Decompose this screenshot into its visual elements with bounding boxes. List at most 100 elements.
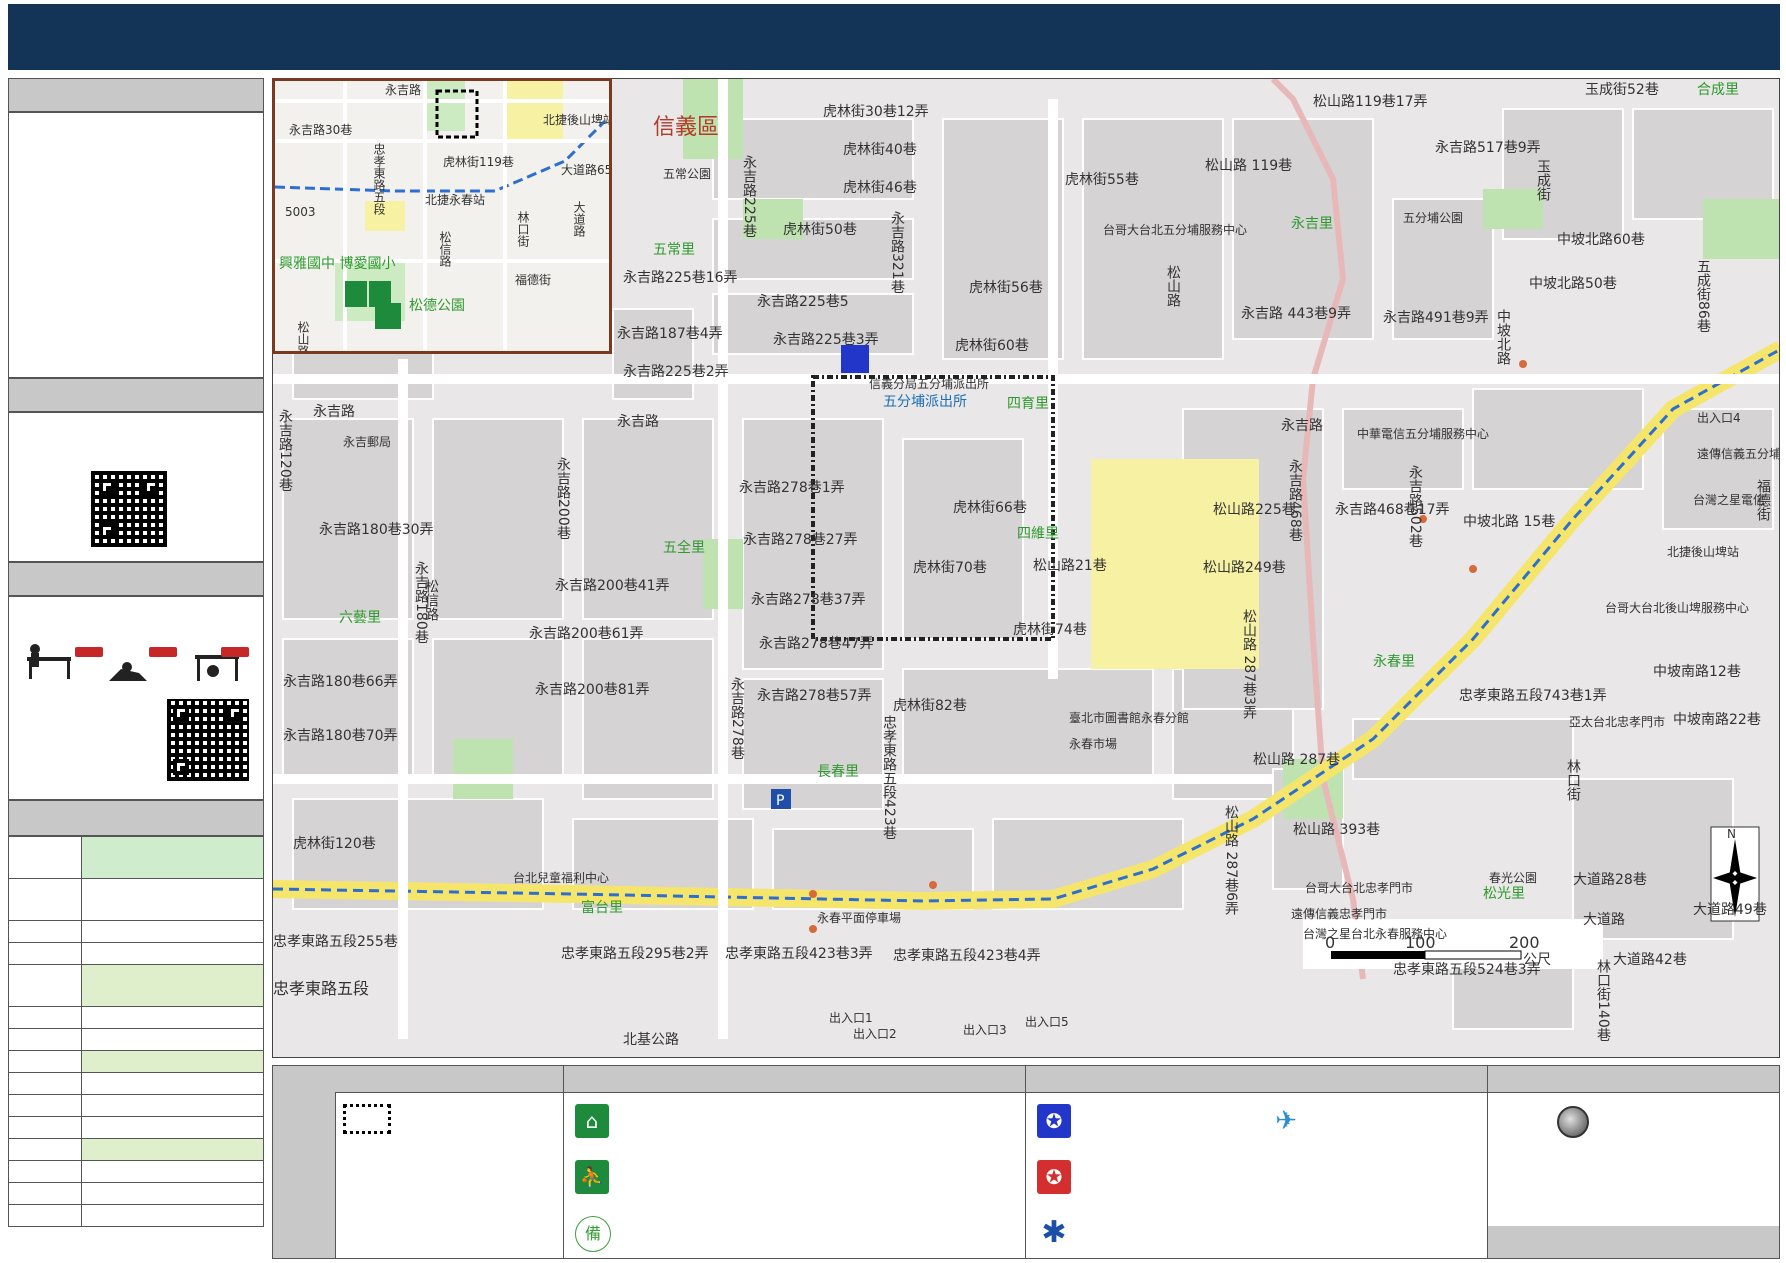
street-label: 虎林街55巷 [1065,172,1139,188]
exit-label: 出入口5 [1025,1015,1069,1029]
legend-side-header [273,1066,336,1258]
village-label: 松光里 [1483,886,1525,902]
street-label: 大道路42巷 [1613,952,1687,968]
street-label: 虎林街46巷 [843,180,917,196]
street-label: 中坡北路60巷 [1557,232,1645,248]
inset-label: 大道路65巷 [561,163,612,177]
poi-label: 臺北市圖書館永春分館 [1069,711,1190,725]
village-label: 長春里 [817,764,859,780]
street-label: 永吉路180巷70弄 [283,728,398,744]
street-label: 松山路 287巷6弄 [1223,805,1239,916]
inset-label: 松信路 [438,231,452,267]
divider [1025,1066,1026,1258]
qr-marker [173,705,189,721]
street-label: 大道路28巷 [1573,872,1647,888]
backup-site-icon: 備 [575,1216,611,1252]
poi-label: 遠傳信義忠孝門市 [1291,907,1388,921]
panel-body-3 [8,596,264,800]
inset-school-label: 興雅國中 博愛國小 [279,256,396,272]
street-label: 永吉路200巷81弄 [535,682,650,698]
street-label: 忠孝東路五段524巷3弄 [1393,962,1541,978]
street-label: 林口街140巷 [1595,959,1611,1042]
street-label: 忠孝東路五段255巷 [273,934,398,950]
poi-label: 台灣之星台北永春服務中心 [1303,927,1448,941]
street-label: 永吉路120巷 [277,409,293,492]
street-label: 松山路 287巷 [1253,752,1341,768]
qr-marker [99,479,115,495]
inset-label: 虎林街119巷 [443,155,514,169]
village-label: 五常里 [653,242,695,258]
street-label: 永吉路180巷30弄 [319,522,434,538]
helicopter-icon: ✈ [1269,1104,1303,1138]
village-label: 五全里 [663,540,705,556]
inset-label: 福德街 [515,273,552,287]
village-label: 六藝里 [339,610,381,626]
fire-station-icon: ✪ [1037,1160,1071,1194]
street-label: 中坡北路 15巷 [1463,514,1556,530]
street-label: 虎林街56巷 [969,280,1043,296]
inset-label: 北捷永春站 [425,193,486,207]
district-label: 信義區 [653,115,720,140]
street-label: 玉成街52巷 [1585,82,1659,98]
street-label: 永吉路 443巷9弄 [1241,306,1352,322]
panel-body-2 [8,412,264,562]
street-label: 忠孝東路五段743巷1弄 [1459,688,1607,704]
panel-header-4 [8,800,264,836]
street-label: 忠孝東路五段423巷3弄 [725,946,873,962]
street-label: 中坡北路50巷 [1529,276,1617,292]
street-label: 永吉路517巷9弄 [1435,140,1541,156]
exit-label: 出入口2 [853,1027,897,1041]
street-label: 永吉路187巷4弄 [617,326,723,342]
street-label: 虎林街120巷 [293,836,376,852]
qr-marker [227,705,243,721]
inset-label: 林口街 [516,211,530,247]
info-table [8,836,264,1227]
study-area-legend-icon [343,1104,391,1134]
street-label: 中坡北路 [1495,309,1511,365]
inset-map[interactable]: 永吉路 北捷後山埤站 永吉路30巷 虎林街119巷 忠孝東路五段 北捷永春站 大… [272,78,612,354]
street-label: 永吉路225巷5 [757,294,849,310]
qr-marker [173,759,189,775]
inset-label: 忠孝東路五段 [372,143,386,215]
street-label: 永吉路180巷66弄 [283,674,398,690]
street-label: 虎林街40巷 [843,142,917,158]
street-label: 虎林街70巷 [913,560,987,576]
title-bar [8,4,1780,70]
street-label: 忠孝東路五段295巷2弄 [561,946,709,962]
svg-text:P: P [776,793,784,809]
medical-icon: ✱ [1037,1216,1071,1250]
inset-park-label: 松德公園 [409,298,465,314]
exit-label: 出入口1 [829,1011,873,1025]
street-label: 中坡南路12巷 [1653,664,1741,680]
village-label: 永吉里 [1291,216,1333,232]
legend: ⌂ ⛹ 備 ✪ ✪ ✱ ✈ [272,1065,1780,1259]
qr-marker [143,479,159,495]
police-icon: ✪ [1037,1104,1071,1138]
inset-label: 5003 [285,205,316,219]
poi-label: 遠傳信義五分埔 [1697,447,1780,461]
street-label: 永吉路 [313,404,355,420]
street-label: 大道路49巷 [1693,902,1767,918]
street-label: 永吉路278巷57弄 [757,688,872,704]
street-label: 松山路 [1165,265,1181,307]
evacuation-site-icon: ⛹ [575,1160,609,1194]
street-label: 虎林街30巷12弄 [823,104,929,120]
street-label: 永吉路200巷41弄 [555,578,670,594]
street-label: 永吉路 [1281,418,1323,434]
street-label: 虎林街74巷 [1013,622,1087,638]
poi-label: 永春平面停車場 [817,911,902,925]
street-label: 玉成街 [1535,159,1551,201]
street-label: 永吉路 [617,414,659,430]
street-label: 中坡南路22巷 [1673,712,1761,728]
inset-label: 永吉路30巷 [289,123,353,137]
street-label: 松山路225巷 [1213,502,1296,518]
street-label: 永吉路278巷1弄 [739,480,845,496]
poi-label: 永吉郵局 [343,435,392,449]
street-label: 松山路 119巷 [1205,158,1293,174]
assembly-point-icon [1557,1106,1589,1138]
street-label: 永吉路278巷 [729,677,745,760]
street-label: 忠孝東路五段423巷 [881,715,897,840]
police-station-icon [841,345,869,373]
village-label: 合成里 [1697,82,1739,98]
street-label: 永吉路502巷 [1407,465,1423,548]
